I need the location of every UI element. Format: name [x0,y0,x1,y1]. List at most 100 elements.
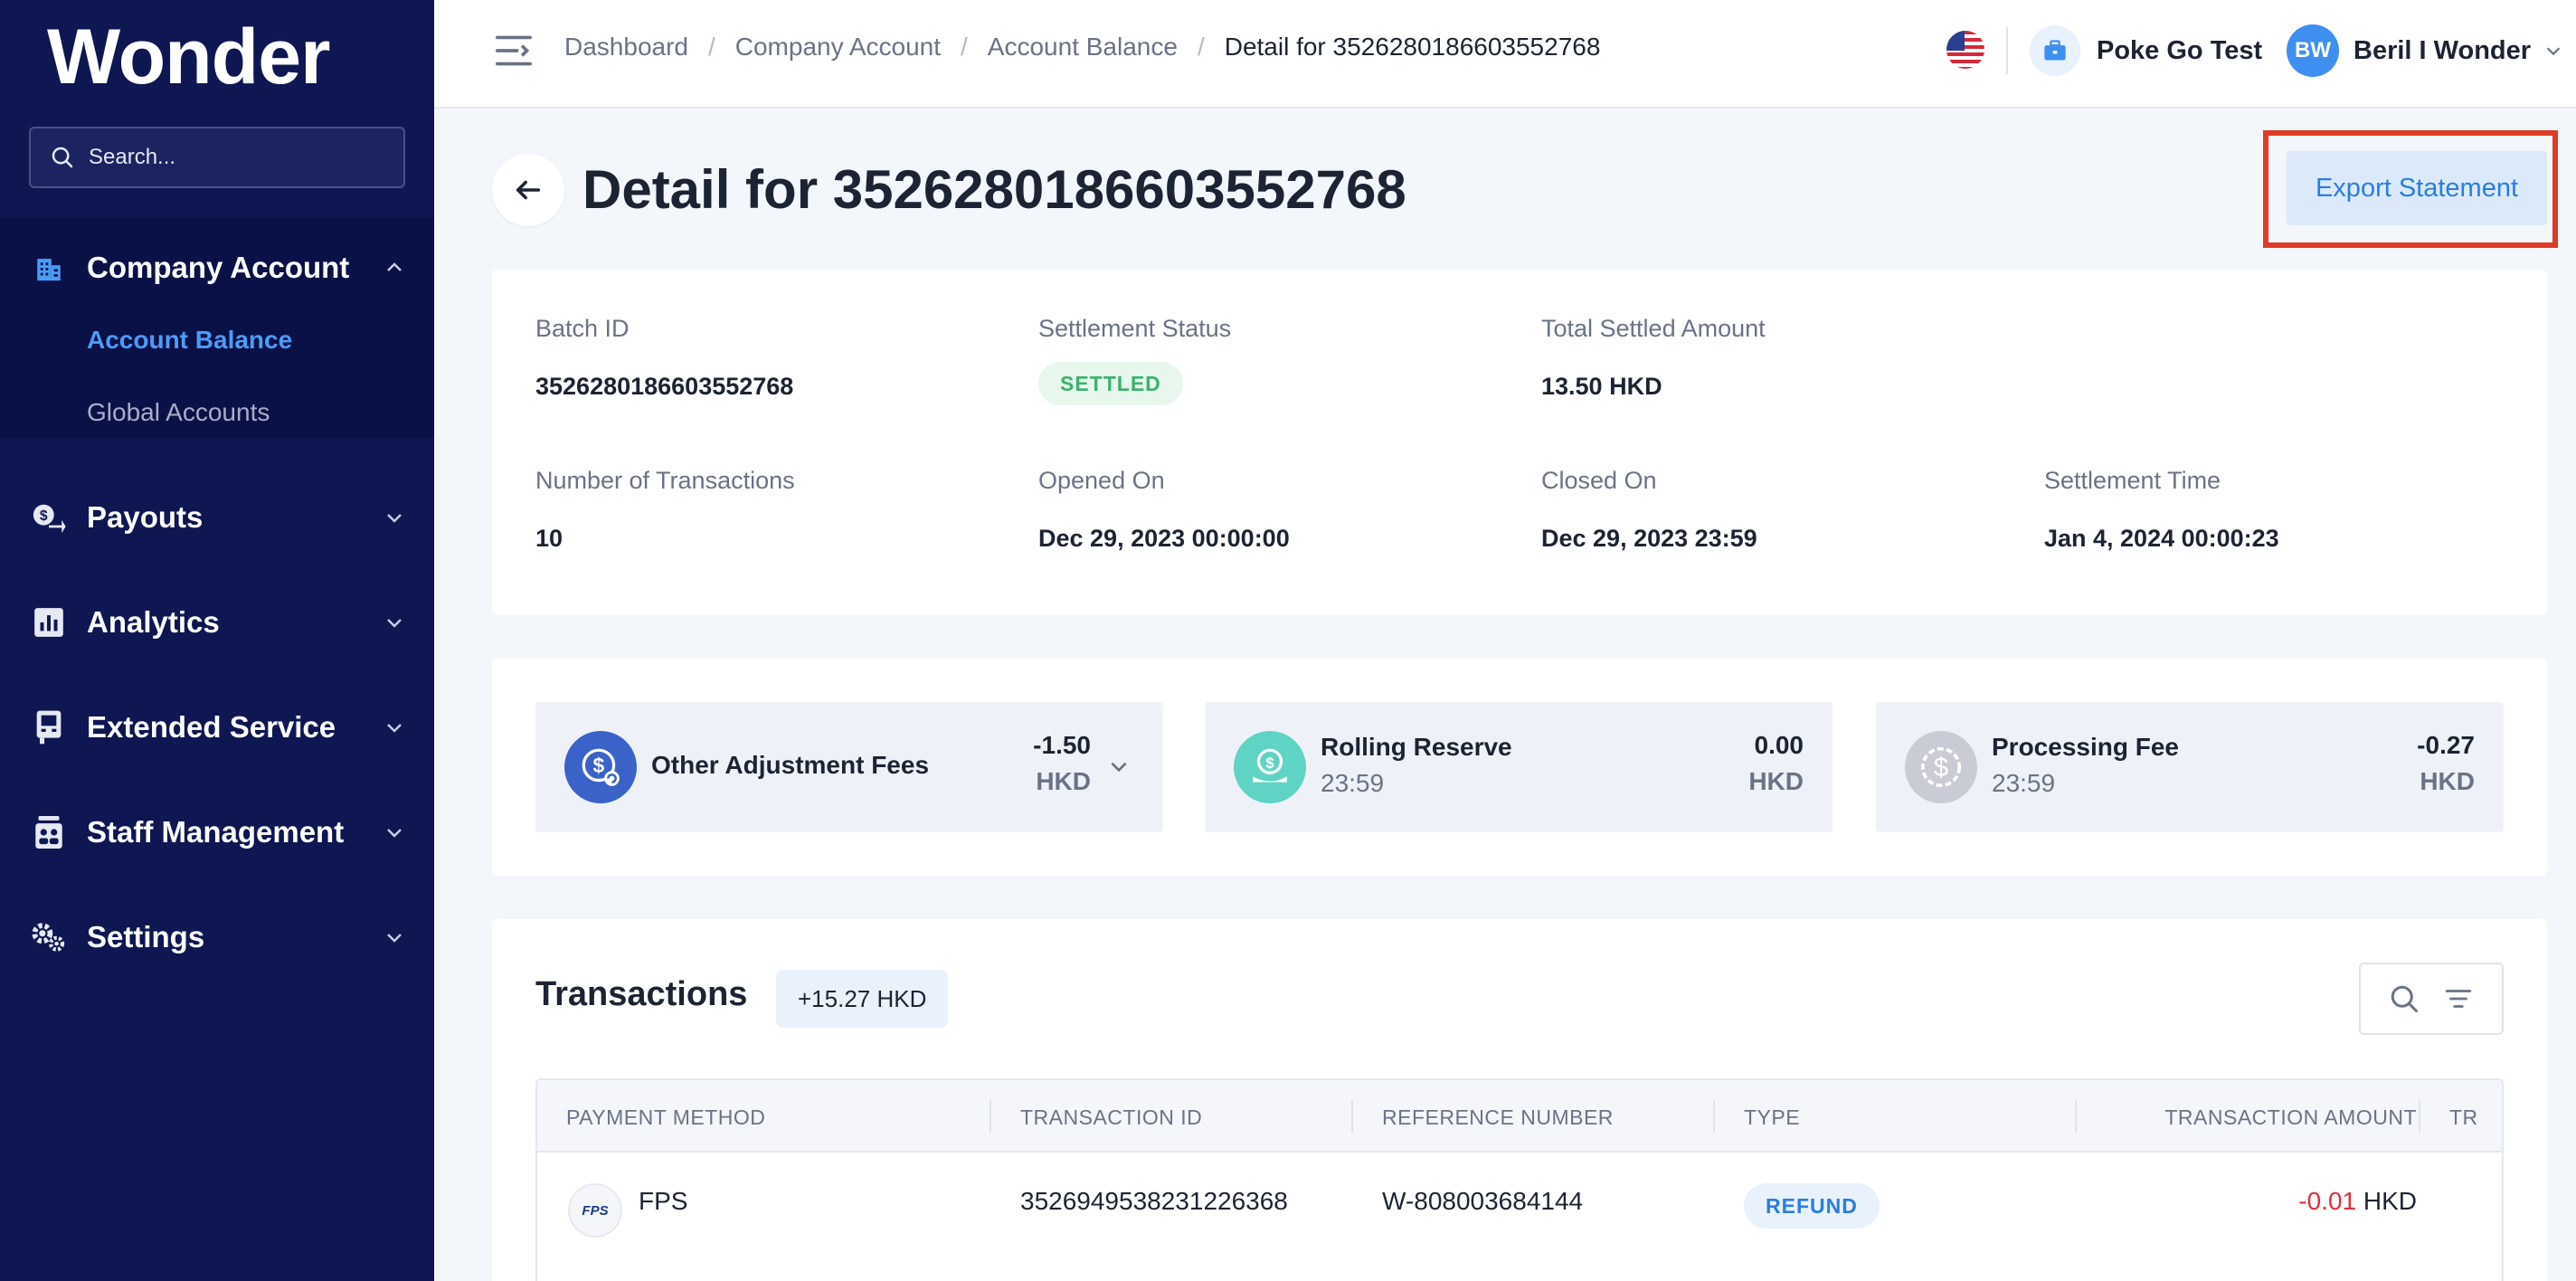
col-truncated[interactable]: TR [2449,1105,2478,1130]
column-divider [990,1100,991,1133]
fee-time: 23:59 [1992,769,2056,797]
chevron-down-icon [387,514,402,523]
page-title: Detail for 3526280186603552768 [582,159,1406,220]
transaction-id-value: 3526949538231226368 [1020,1187,1288,1215]
export-statement-button[interactable]: Export Statement [2287,151,2547,225]
search-input[interactable] [89,145,396,170]
nav-label: Extended Service [87,710,336,744]
reference-number-value: W-808003684144 [1382,1187,1584,1215]
nav-label: Settings [87,920,205,954]
opened-on-value: Dec 29, 2023 00:00:00 [1038,525,1290,552]
nav-staff-management[interactable]: Staff Management [0,796,434,868]
nav-settings[interactable]: Settings [0,901,434,973]
svg-text:$: $ [1934,754,1948,783]
reserve-icon: $ [1234,731,1306,803]
batch-id-value: 3526280186603552768 [535,373,794,400]
col-transaction-amount[interactable]: TRANSACTION AMOUNT [2164,1105,2417,1130]
transactions-total-badge: +15.27 HKD [776,970,949,1028]
nav-global-accounts[interactable]: Global Accounts [87,398,270,427]
col-reference-number[interactable]: REFERENCE NUMBER [1382,1105,1614,1130]
col-payment-method[interactable]: PAYMENT METHOD [566,1105,765,1130]
fee-other-adjustment[interactable]: $ Other Adjustment Fees -1.50 HKD [535,702,1163,832]
fps-logo-icon: FPS [568,1183,622,1238]
analytics-icon [31,604,67,640]
fee-currency: HKD [1748,767,1804,795]
search-icon[interactable] [2386,981,2422,1017]
closed-on-value: Dec 29, 2023 23:59 [1541,525,1757,552]
filter-icon[interactable] [2440,981,2477,1017]
breadcrumb: Dashboard / Company Account / Account Ba… [564,33,1600,62]
table-tools [2359,963,2504,1035]
search-icon [52,147,73,168]
nav-label: Analytics [87,605,220,639]
company-switcher[interactable]: Poke Go Test [2030,25,2262,76]
breadcrumb-company-account[interactable]: Company Account [735,33,941,62]
gear-icon [31,919,67,955]
batch-id-label: Batch ID [535,315,630,342]
chevron-down-icon [387,829,402,838]
col-transaction-id[interactable]: TRANSACTION ID [1020,1105,1202,1130]
transactions-table: PAYMENT METHOD TRANSACTION ID REFERENCE … [535,1078,2504,1281]
settlement-time-label: Settlement Time [2044,467,2221,494]
settlement-time-value: Jan 4, 2024 00:00:23 [2044,525,2279,552]
payout-icon: $ [31,499,67,536]
user-name: Beril I Wonder [2353,35,2532,65]
chevron-up-icon [387,262,402,271]
user-menu[interactable]: BW Beril I Wonder [2287,24,2563,77]
nav-payouts[interactable]: $ Payouts [0,481,434,554]
avatar: BW [2287,24,2339,77]
back-button[interactable] [492,154,564,226]
fee-currency: HKD [2420,767,2475,795]
wonder-logo[interactable]: Wonder [47,13,331,102]
fee-name: Processing Fee [1992,733,2179,761]
chevron-down-icon [387,724,402,733]
company-name: Poke Go Test [2097,35,2263,65]
table-row[interactable]: FPS FPS 3526949538231226368 W-8080036841… [537,1153,2502,1270]
total-settled-label: Total Settled Amount [1541,315,1766,342]
chevron-down-icon[interactable] [1107,754,1131,778]
opened-on-label: Opened On [1038,467,1165,494]
breadcrumb-dashboard[interactable]: Dashboard [564,33,688,62]
us-flag-icon[interactable] [1946,31,1984,69]
nav-label: Staff Management [87,815,345,849]
fee-name: Other Adjustment Fees [651,751,930,779]
settlement-status-label: Settlement Status [1038,315,1232,342]
menu-toggle-icon[interactable] [494,33,534,69]
col-type[interactable]: TYPE [1744,1105,1800,1130]
transactions-title: Transactions [535,975,748,1013]
amount-value: -0.01 [2298,1187,2357,1215]
nav-extended-service[interactable]: Extended Service [0,691,434,764]
column-divider [2075,1100,2077,1133]
divider [2006,27,2008,74]
chevron-down-icon [387,934,402,943]
total-settled-value: 13.50 HKD [1541,373,1662,400]
chevron-down-icon [387,619,402,628]
status-badge: SETTLED [1038,362,1183,405]
batch-summary-card [492,270,2547,615]
transaction-amount: -0.01 HKD [2298,1187,2417,1216]
terminal-icon [31,709,67,745]
breadcrumb-separator: / [961,33,968,61]
building-icon [31,250,67,286]
fee-processing: $ Processing Fee 23:59 -0.27 HKD [1876,702,2504,832]
nav-account-balance[interactable]: Account Balance [87,326,292,355]
nav-label: Company Account [87,251,350,284]
fee-amount: -1.50 [1033,731,1091,759]
breadcrumb-account-balance[interactable]: Account Balance [988,33,1178,62]
amount-currency: HKD [2363,1187,2417,1215]
breadcrumb-current: Detail for 3526280186603552768 [1224,33,1601,61]
nav-company-account[interactable]: Company Account [0,232,434,304]
dollar-coin-icon: $ [1905,731,1977,803]
fee-amount: 0.00 [1754,731,1804,759]
sidebar: Wonder Company Account Account Balance G… [0,0,434,1281]
column-divider [2419,1100,2420,1133]
table-header: PAYMENT METHOD TRANSACTION ID REFERENCE … [537,1080,2502,1153]
payment-method-value: FPS [639,1187,688,1215]
num-transactions-label: Number of Transactions [535,467,795,494]
briefcase-icon [2030,25,2080,76]
sidebar-search[interactable] [29,127,405,188]
svg-text:$: $ [40,508,48,524]
breadcrumb-separator: / [1197,33,1205,61]
fee-rolling-reserve: $ Rolling Reserve 23:59 0.00 HKD [1205,702,1833,832]
nav-analytics[interactable]: Analytics [0,586,434,659]
